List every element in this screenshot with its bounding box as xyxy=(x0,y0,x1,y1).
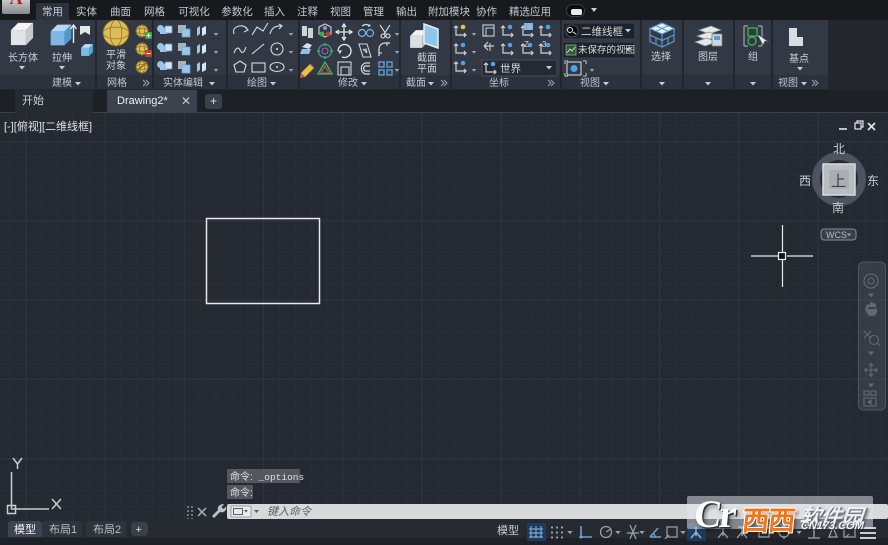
svg-text:截面: 截面 xyxy=(417,51,437,64)
svg-text:坐标: 坐标 xyxy=(489,77,509,89)
svg-text:选择: 选择 xyxy=(651,50,671,63)
svg-text:对象: 对象 xyxy=(106,59,126,72)
svg-text:[-][俯视][二维线框]: [-][俯视][二维线框] xyxy=(4,119,92,133)
svg-text:Z: Z xyxy=(524,40,529,49)
svg-text:命令: _options: 命令: _options xyxy=(230,470,304,483)
svg-text:长方体: 长方体 xyxy=(8,51,38,64)
svg-text:模型: 模型 xyxy=(14,522,36,536)
svg-text:南: 南 xyxy=(832,200,844,215)
svg-text:东: 东 xyxy=(867,174,879,188)
svg-text:拉伸: 拉伸 xyxy=(52,51,72,64)
svg-text:二维线框: 二维线框 xyxy=(581,25,623,38)
svg-text:视图: 视图 xyxy=(580,76,600,89)
svg-text:视图: 视图 xyxy=(778,76,798,89)
svg-text:平面: 平面 xyxy=(417,64,437,75)
svg-text:布局2: 布局2 xyxy=(93,523,121,536)
svg-text:网格: 网格 xyxy=(107,76,127,89)
svg-text:组: 组 xyxy=(748,50,758,63)
svg-text:北: 北 xyxy=(833,142,845,156)
svg-text:修改: 修改 xyxy=(338,76,358,89)
svg-text:未保存的视图: 未保存的视图 xyxy=(578,44,635,56)
svg-text:布局1: 布局1 xyxy=(49,523,77,536)
svg-text:键入命令: 键入命令 xyxy=(267,505,313,518)
svg-text:基点: 基点 xyxy=(789,52,809,65)
svg-text:绘图: 绘图 xyxy=(247,76,267,89)
svg-text:实体编辑: 实体编辑 xyxy=(163,76,203,89)
svg-text:模型: 模型 xyxy=(497,523,519,537)
svg-text:平滑: 平滑 xyxy=(106,49,126,61)
svg-text:截面: 截面 xyxy=(406,76,426,89)
svg-text:3: 3 xyxy=(542,40,547,49)
svg-text:建模: 建模 xyxy=(52,76,72,89)
svg-text:图层: 图层 xyxy=(698,51,718,63)
svg-text:WCS: WCS xyxy=(826,230,847,240)
svg-text:上: 上 xyxy=(831,173,846,190)
svg-text:+: + xyxy=(136,524,142,536)
svg-text:命令:: 命令: xyxy=(230,486,253,499)
svg-text:世界: 世界 xyxy=(500,63,521,75)
svg-text:西: 西 xyxy=(799,174,811,188)
